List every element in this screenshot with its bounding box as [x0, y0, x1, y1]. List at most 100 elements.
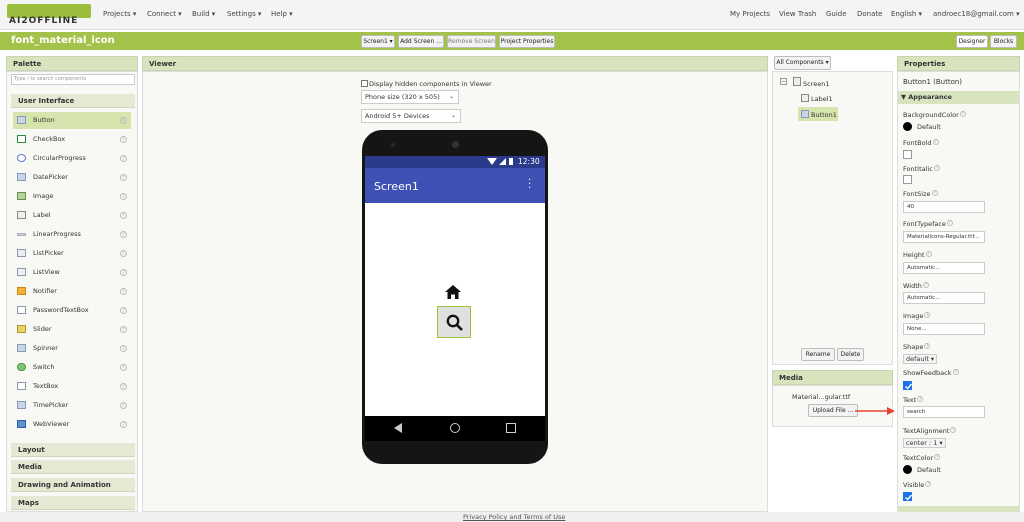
overflow-menu-icon[interactable]: · · ·: [528, 176, 531, 194]
backgroundcolor-value[interactable]: Default: [917, 123, 941, 131]
screen-select[interactable]: Screen1 ▾: [361, 35, 395, 48]
prop-label-fontbold: FontBold?: [903, 139, 939, 147]
palette-item-circularprogress[interactable]: CircularProgress?: [13, 150, 131, 167]
help-icon[interactable]: ?: [120, 231, 127, 238]
menu-connect[interactable]: Connect ▾: [147, 10, 182, 18]
help-icon[interactable]: ?: [120, 174, 127, 181]
link-donate[interactable]: Donate: [857, 10, 882, 18]
link-guide[interactable]: Guide: [826, 10, 847, 18]
palette-item-notifier[interactable]: Notifier?: [13, 283, 131, 300]
palette-item-listview[interactable]: ListView?: [13, 264, 131, 281]
upload-file-button[interactable]: Upload File ...: [808, 404, 858, 417]
textcolor-value[interactable]: Default: [917, 466, 941, 474]
palette-item-switch[interactable]: Switch?: [13, 359, 131, 376]
account-menu[interactable]: androec18@gmail.com ▾: [933, 10, 1020, 18]
all-components-dropdown[interactable]: All Components ▾: [774, 56, 831, 70]
app-logo[interactable]: AI2OFFLINE: [7, 4, 91, 26]
help-icon: ?: [933, 165, 940, 171]
fontsize-input[interactable]: 40: [903, 201, 985, 213]
help-icon[interactable]: ?: [120, 402, 127, 409]
project-properties-button[interactable]: Project Properties: [499, 35, 555, 48]
help-icon[interactable]: ?: [120, 326, 127, 333]
backgroundcolor-swatch[interactable]: [903, 122, 912, 131]
section-maps[interactable]: Maps: [11, 496, 135, 510]
palette-item-textbox[interactable]: TextBox?: [13, 378, 131, 395]
project-title: font_material_icon: [11, 35, 115, 46]
privacy-policy-link[interactable]: Privacy Policy and Terms of Use: [463, 513, 565, 521]
back-icon[interactable]: [394, 423, 402, 433]
help-icon[interactable]: ?: [120, 383, 127, 390]
tree-item-label1[interactable]: Label1: [811, 95, 833, 103]
help-icon[interactable]: ?: [120, 250, 127, 257]
showfeedback-checkbox[interactable]: [903, 381, 913, 390]
home-button-icon[interactable]: [450, 423, 460, 433]
palette-item-spinner[interactable]: Spinner?: [13, 340, 131, 357]
width-input[interactable]: Automatic...: [903, 292, 985, 304]
help-icon[interactable]: ?: [120, 269, 127, 276]
fonttypeface-input[interactable]: MaterialIcons-Regular.ttf...: [903, 231, 985, 243]
textcolor-swatch[interactable]: [903, 465, 912, 474]
height-input[interactable]: Automatic...: [903, 262, 985, 274]
help-icon[interactable]: ?: [120, 364, 127, 371]
label1-component[interactable]: [444, 284, 462, 300]
section-media[interactable]: Media: [11, 460, 135, 474]
palette-item-label[interactable]: Label?: [13, 207, 131, 224]
add-screen-button[interactable]: Add Screen ...: [398, 35, 444, 48]
help-icon[interactable]: ?: [120, 307, 127, 314]
display-hidden-label: Display hidden components in Viewer: [369, 80, 492, 88]
help-icon[interactable]: ?: [120, 212, 127, 219]
link-my-projects[interactable]: My Projects: [730, 10, 770, 18]
menu-help[interactable]: Help ▾: [271, 10, 293, 18]
palette-item-datepicker[interactable]: DatePicker?: [13, 169, 131, 186]
blocks-button[interactable]: Blocks: [990, 35, 1017, 48]
designer-button[interactable]: Designer: [956, 35, 988, 48]
help-icon[interactable]: ?: [120, 288, 127, 295]
section-layout[interactable]: Layout: [11, 443, 135, 457]
palette-search-input[interactable]: Type / to search components: [11, 74, 135, 85]
palette-item-button[interactable]: Button?: [13, 112, 131, 129]
text-input[interactable]: search: [903, 406, 985, 418]
delete-button[interactable]: Delete: [837, 348, 864, 361]
collapse-icon[interactable]: −: [780, 78, 787, 85]
section-user-interface[interactable]: User Interface: [11, 94, 135, 108]
remove-screen-button[interactable]: Remove Screen: [447, 35, 496, 48]
rename-button[interactable]: Rename: [801, 348, 835, 361]
button1-component[interactable]: [437, 306, 471, 338]
tree-item-screen1[interactable]: Screen1: [803, 80, 829, 88]
visible-checkbox[interactable]: [903, 492, 913, 501]
link-view-trash[interactable]: View Trash: [779, 10, 816, 18]
language-menu[interactable]: English ▾: [891, 10, 922, 18]
palette-item-image[interactable]: Image?: [13, 188, 131, 205]
palette-item-passwordtextbox[interactable]: PasswordTextBox?: [13, 302, 131, 319]
recents-icon[interactable]: [506, 423, 516, 433]
spinner-icon: [17, 344, 26, 352]
appearance-group-header[interactable]: ▼ Appearance: [898, 91, 1019, 104]
media-file-item[interactable]: Material...gular.ttf: [792, 393, 850, 401]
help-icon[interactable]: ?: [120, 345, 127, 352]
menu-build[interactable]: Build ▾: [192, 10, 215, 18]
menu-settings[interactable]: Settings ▾: [227, 10, 261, 18]
help-icon[interactable]: ?: [120, 193, 127, 200]
fontitalic-checkbox[interactable]: [903, 175, 912, 184]
display-hidden-checkbox[interactable]: [361, 80, 368, 87]
fontbold-checkbox[interactable]: [903, 150, 912, 159]
calendar-icon: [17, 173, 26, 181]
palette-item-webviewer[interactable]: WebViewer?: [13, 416, 131, 433]
image-input[interactable]: None...: [903, 323, 985, 335]
menu-projects[interactable]: Projects ▾: [103, 10, 136, 18]
palette-item-listpicker[interactable]: ListPicker?: [13, 245, 131, 262]
phone-size-select[interactable]: Phone size (320 x 505) ⌄: [361, 90, 459, 104]
palette-item-linearprogress[interactable]: LinearProgress?: [13, 226, 131, 243]
palette-item-checkbox[interactable]: CheckBox?: [13, 131, 131, 148]
android-version-select[interactable]: Android 5+ Devices ⌄: [361, 109, 461, 123]
shape-select[interactable]: default ▾: [903, 354, 938, 364]
help-icon[interactable]: ?: [120, 421, 127, 428]
help-icon[interactable]: ?: [120, 117, 127, 124]
textalignment-select[interactable]: center : 1 ▾: [903, 438, 946, 448]
tree-item-button1[interactable]: Button1: [811, 111, 837, 119]
help-icon[interactable]: ?: [120, 155, 127, 162]
help-icon[interactable]: ?: [120, 136, 127, 143]
section-drawing-and-animation[interactable]: Drawing and Animation: [11, 478, 135, 492]
palette-item-timepicker[interactable]: TimePicker?: [13, 397, 131, 414]
palette-item-slider[interactable]: Slider?: [13, 321, 131, 338]
